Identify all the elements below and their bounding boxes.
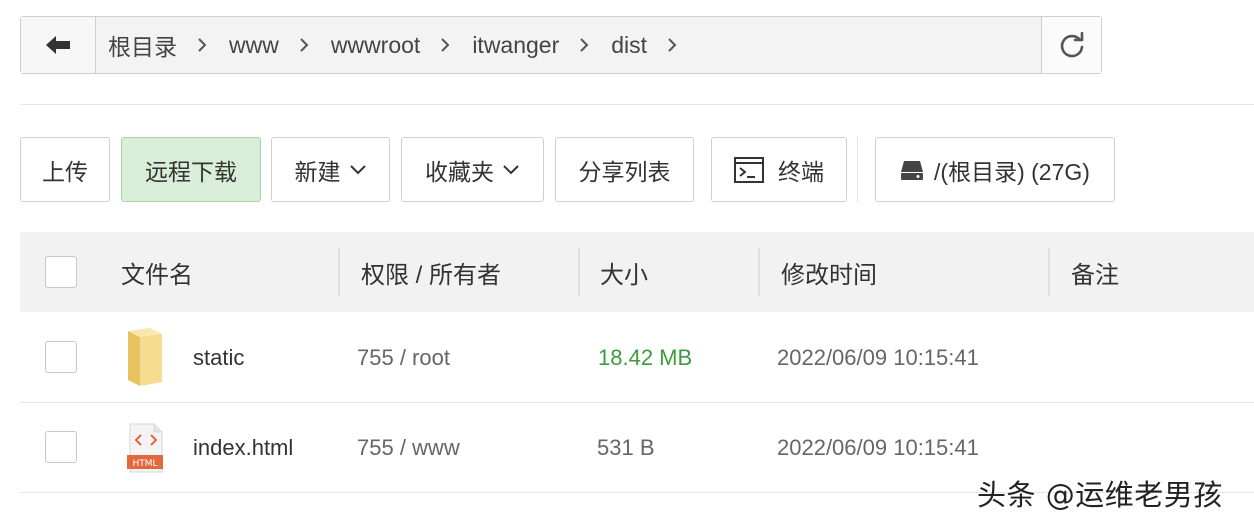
upload-button[interactable]: 上传 bbox=[20, 137, 110, 202]
divider bbox=[20, 104, 1254, 105]
chevron-right-icon bbox=[667, 37, 677, 53]
chevron-down-icon bbox=[349, 164, 366, 174]
column-separator bbox=[1048, 248, 1050, 296]
select-all-checkbox[interactable] bbox=[45, 256, 77, 288]
path-bar: 根目录 www wwwroot itwanger dist bbox=[20, 16, 1102, 74]
breadcrumb-item[interactable]: dist bbox=[611, 32, 699, 59]
new-dropdown-button[interactable]: 新建 bbox=[271, 137, 390, 202]
breadcrumb-item[interactable]: wwwroot bbox=[331, 32, 472, 59]
column-separator bbox=[758, 248, 760, 296]
column-header-size[interactable]: 大小 bbox=[600, 232, 648, 312]
breadcrumb: 根目录 www wwwroot itwanger dist bbox=[96, 17, 1041, 73]
svg-text:HTML: HTML bbox=[132, 459, 157, 469]
file-size[interactable]: 531 B bbox=[597, 403, 655, 493]
chevron-right-icon bbox=[299, 37, 309, 53]
back-button[interactable] bbox=[21, 17, 96, 73]
refresh-icon bbox=[1060, 31, 1083, 58]
html-file-icon: HTML bbox=[126, 403, 166, 493]
file-permission[interactable]: 755 / root bbox=[357, 313, 450, 403]
file-mtime: 2022/06/09 10:15:41 bbox=[777, 345, 979, 370]
breadcrumb-item[interactable]: itwanger bbox=[472, 32, 611, 59]
disk-button[interactable]: /(根目录) (27G) bbox=[875, 137, 1115, 202]
chevron-right-icon bbox=[579, 37, 589, 53]
remote-download-button[interactable]: 远程下载 bbox=[121, 137, 261, 202]
hard-drive-icon bbox=[901, 160, 924, 180]
table-row[interactable]: static 755 / root 18.42 MB 2022/06/09 10… bbox=[20, 313, 1254, 403]
file-permission[interactable]: 755 / www bbox=[357, 403, 460, 493]
watermark-text: 头条 @运维老男孩 bbox=[977, 478, 1223, 512]
chevron-down-icon bbox=[503, 164, 519, 174]
chevron-right-icon bbox=[440, 37, 450, 53]
file-size[interactable]: 18.42 MB bbox=[598, 313, 692, 403]
arrow-left-icon bbox=[46, 36, 70, 54]
column-separator bbox=[578, 248, 580, 296]
share-list-button[interactable]: 分享列表 bbox=[555, 137, 694, 202]
chevron-right-icon bbox=[197, 37, 207, 53]
terminal-icon bbox=[734, 156, 764, 183]
column-header-permission[interactable]: 权限 / 所有者 bbox=[361, 232, 501, 312]
file-name[interactable]: index.html bbox=[193, 403, 293, 493]
column-separator bbox=[338, 248, 340, 296]
breadcrumb-item[interactable]: www bbox=[229, 32, 331, 59]
toolbar-divider bbox=[857, 137, 858, 202]
file-name[interactable]: static bbox=[193, 313, 244, 403]
folder-icon bbox=[124, 313, 166, 403]
column-header-name[interactable]: 文件名 bbox=[121, 232, 193, 312]
terminal-button[interactable]: 终端 bbox=[711, 137, 847, 202]
row-checkbox[interactable] bbox=[45, 341, 77, 373]
row-checkbox[interactable] bbox=[45, 431, 77, 463]
column-header-note: 备注 bbox=[1071, 261, 1119, 289]
breadcrumb-item[interactable]: 根目录 bbox=[108, 28, 229, 62]
table-header: 文件名 权限 / 所有者 大小 修改时间 备注 bbox=[20, 232, 1254, 312]
file-mtime: 2022/06/09 10:15:41 bbox=[777, 435, 979, 460]
column-header-mtime[interactable]: 修改时间 bbox=[781, 232, 877, 312]
favorites-dropdown-button[interactable]: 收藏夹 bbox=[401, 137, 544, 202]
refresh-button[interactable] bbox=[1041, 17, 1101, 73]
